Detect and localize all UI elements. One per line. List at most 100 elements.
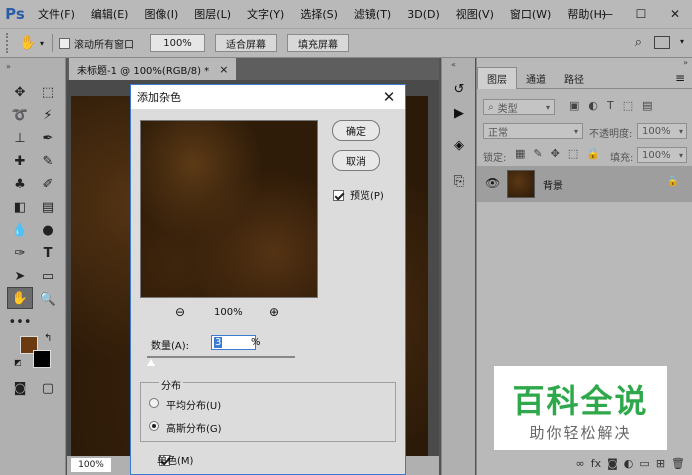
maximize-button[interactable]: ☐ — [624, 4, 658, 24]
fit-screen-button[interactable]: 适合屏幕 — [215, 34, 278, 52]
swap-colors-icon[interactable]: ↰ — [44, 333, 52, 344]
zoom-out-icon[interactable]: ⊖ — [175, 305, 185, 319]
uniform-radio[interactable] — [149, 398, 159, 408]
tab-layers[interactable]: 图层 — [477, 67, 517, 89]
panel-menu-icon[interactable]: ≡ — [675, 67, 692, 88]
amount-slider-track[interactable] — [147, 356, 295, 358]
layer-thumbnail — [507, 170, 535, 198]
rectangle-tool-icon[interactable]: ▭ — [37, 266, 59, 286]
gaussian-radio[interactable] — [149, 421, 159, 431]
gradient-tool-icon[interactable]: ▤ — [37, 197, 59, 217]
panel-collapse-icon[interactable]: » — [683, 58, 688, 67]
default-colors-icon[interactable]: ◩ — [14, 358, 22, 367]
workspace-chevron-icon[interactable]: ▾ — [680, 37, 684, 46]
cancel-button[interactable]: 取消 — [332, 150, 380, 171]
chevron-down-icon: ▾ — [678, 126, 683, 136]
move-tool-icon[interactable]: ✥ — [9, 82, 31, 102]
minimize-button[interactable]: — — [590, 4, 624, 24]
eyedropper-tool-icon[interactable]: ✒ — [37, 128, 59, 148]
magic-wand-tool-icon[interactable]: ⚡ — [37, 105, 59, 125]
search-icon: ⌕ — [488, 101, 494, 113]
close-window-button[interactable]: ✕ — [658, 4, 692, 24]
dialog-title-bar: 添加杂色 ✕ — [131, 85, 405, 109]
link-layers-icon[interactable]: ∞ — [576, 457, 585, 470]
menu-view[interactable]: 视图(V) — [448, 6, 502, 22]
pen-tool-icon[interactable]: ✑ — [9, 243, 31, 263]
fill-value: 100% — [642, 149, 671, 161]
dialog-title: 添加杂色 — [137, 91, 181, 104]
more-tools-icon[interactable]: ••• — [9, 312, 32, 332]
hand-tool-preset-icon[interactable]: ✋ — [16, 33, 40, 53]
ok-button[interactable]: 确定 — [332, 120, 380, 141]
menu-file[interactable]: 文件(F) — [30, 6, 83, 22]
menu-type[interactable]: 文字(Y) — [239, 6, 292, 22]
menu-3d[interactable]: 3D(D) — [399, 8, 448, 21]
path-selection-tool-icon[interactable]: ➤ — [9, 266, 31, 286]
preview-checkbox[interactable] — [333, 189, 344, 201]
menu-window[interactable]: 窗口(W) — [502, 6, 559, 22]
lasso-tool-icon[interactable]: ➰ — [9, 105, 31, 125]
search-icon[interactable]: ⌕ — [635, 35, 642, 50]
watermark-subtitle: 助你轻松解决 — [529, 424, 632, 442]
quick-mask-icon[interactable]: ◙ — [9, 378, 31, 398]
tab-close-icon[interactable]: × — [219, 63, 228, 76]
adjustment-layer-icon[interactable]: ◐ — [624, 457, 634, 470]
document-tab-title: 未标题-1 @ 100%(RGB/8) * — [77, 65, 210, 77]
scroll-all-checkbox[interactable] — [59, 37, 71, 49]
history-brush-tool-icon[interactable]: ✐ — [37, 174, 59, 194]
menu-layer[interactable]: 图层(L) — [186, 6, 239, 22]
layer-row[interactable]: 👁 背景 🔒 — [477, 166, 692, 202]
marquee-tool-icon[interactable]: ⬚ — [37, 82, 59, 102]
lock-icons[interactable]: ▦✎✥⬚🔒 — [515, 147, 608, 160]
screen-mode-icon[interactable]: ▢ — [37, 378, 59, 398]
add-mask-icon[interactable]: ◙ — [607, 457, 618, 470]
dialog-close-button[interactable]: ✕ — [379, 87, 399, 107]
type-tool-icon[interactable]: T — [37, 243, 59, 263]
amount-input[interactable]: 3 — [211, 335, 256, 350]
dodge-tool-icon[interactable]: ● — [37, 220, 59, 240]
new-group-icon[interactable]: ▭ — [639, 457, 649, 470]
clone-stamp-tool-icon[interactable]: ♣ — [9, 174, 31, 194]
panel-dock: « ↺ ▶ ◈ ⎘ — [441, 58, 475, 475]
history-panel-icon[interactable]: ↺ — [448, 78, 470, 100]
zoom-value-field[interactable]: 100% — [150, 34, 206, 52]
tab-paths[interactable]: 路径 — [555, 67, 593, 89]
delete-layer-icon[interactable]: 🗑 — [671, 457, 685, 470]
chevron-down-icon: ▾ — [573, 126, 578, 136]
brush-tool-icon[interactable]: ✎ — [37, 151, 59, 171]
workspace-icon[interactable] — [654, 36, 670, 49]
new-layer-icon[interactable]: ⊞ — [656, 457, 665, 470]
menu-edit[interactable]: 编辑(E) — [83, 6, 137, 22]
zoom-in-icon[interactable]: ⊕ — [269, 305, 279, 319]
healing-brush-tool-icon[interactable]: ✚ — [9, 151, 31, 171]
opacity-field[interactable]: 100% ▾ — [637, 123, 687, 139]
amount-slider-thumb[interactable] — [147, 359, 155, 366]
properties-panel-icon[interactable]: ⎘ — [448, 170, 470, 192]
status-zoom-field[interactable]: 100% — [71, 458, 111, 472]
fill-field[interactable]: 100% ▾ — [637, 147, 687, 163]
hand-tool-icon[interactable]: ✋ — [7, 287, 33, 309]
crop-tool-icon[interactable]: ⊥ — [9, 128, 31, 148]
menu-image[interactable]: 图像(I) — [136, 6, 186, 22]
fill-screen-button[interactable]: 填充屏幕 — [287, 34, 350, 52]
document-tab[interactable]: 未标题-1 @ 100%(RGB/8) * × — [69, 58, 237, 80]
blend-mode-select[interactable]: 正常 ▾ — [483, 123, 583, 139]
filter-preview[interactable] — [140, 120, 318, 298]
3d-panel-icon[interactable]: ◈ — [448, 134, 470, 156]
layer-filter-select[interactable]: ⌕ 类型 ▾ — [483, 99, 555, 115]
eraser-tool-icon[interactable]: ◧ — [9, 197, 31, 217]
dock-collapse-icon[interactable]: « — [451, 60, 456, 69]
menu-select[interactable]: 选择(S) — [292, 6, 346, 22]
menu-filter[interactable]: 滤镜(T) — [346, 6, 399, 22]
chevron-down-icon[interactable]: ▾ — [40, 39, 44, 48]
fx-icon[interactable]: fx — [591, 457, 601, 470]
layer-filter-icons[interactable]: ▣◐T⬚▤ — [569, 99, 662, 112]
zoom-tool-icon[interactable]: 🔍 — [37, 289, 59, 309]
actions-panel-icon[interactable]: ▶ — [448, 102, 470, 124]
document-tab-bar: 未标题-1 @ 100%(RGB/8) * × — [67, 58, 439, 80]
visibility-eye-icon[interactable]: 👁 — [485, 176, 500, 190]
tab-channels[interactable]: 通道 — [517, 67, 555, 89]
toolbox-collapse-icon[interactable]: » — [6, 62, 11, 71]
background-color-swatch[interactable] — [33, 350, 51, 368]
blur-tool-icon[interactable]: 💧 — [9, 220, 31, 240]
